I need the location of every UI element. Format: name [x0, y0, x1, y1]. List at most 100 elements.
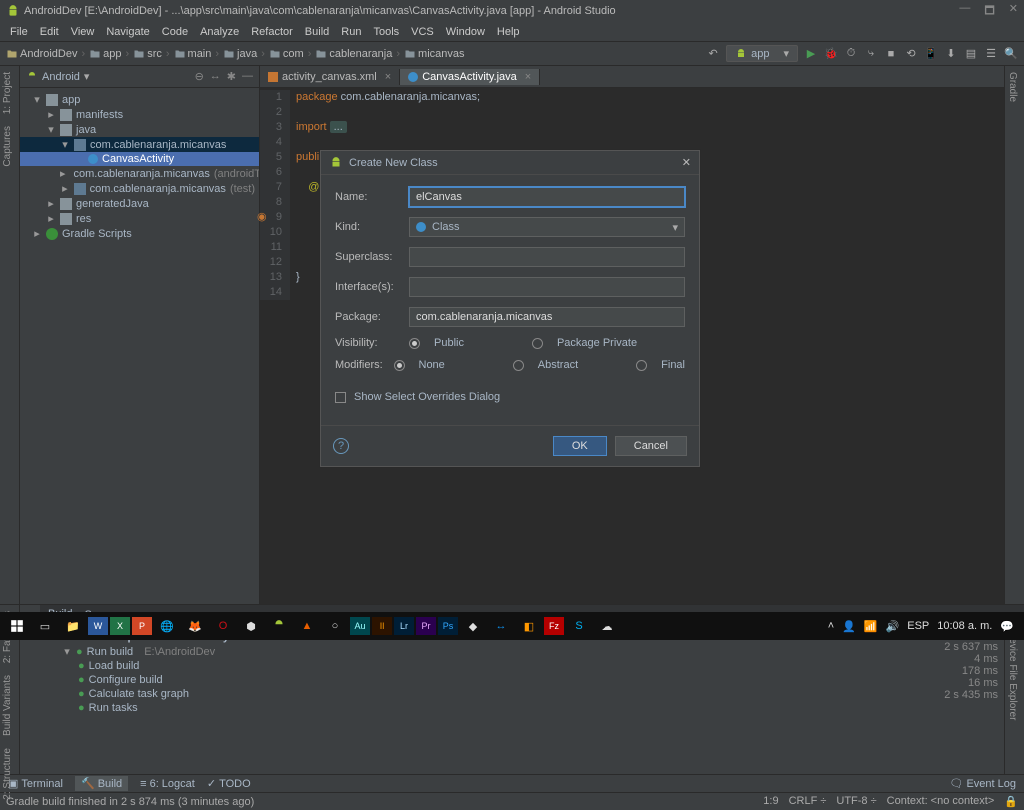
skype-icon[interactable]: S	[566, 615, 592, 637]
app-icon-2[interactable]: ○	[322, 615, 348, 637]
audition-icon[interactable]: Au	[350, 617, 370, 635]
debug-icon[interactable]: 🐞	[824, 47, 838, 61]
tree-package-test[interactable]: ▸com.cablenaranja.micanvas (test)	[20, 181, 259, 196]
kind-select[interactable]: Class ▾	[409, 217, 685, 237]
tray-people-icon[interactable]: 👤	[842, 620, 856, 633]
build-load[interactable]: ● Load build	[46, 659, 928, 673]
show-overrides-checkbox[interactable]	[335, 392, 346, 403]
photoshop-icon[interactable]: Ps	[438, 617, 458, 635]
profile-icon[interactable]: ⏱	[844, 47, 858, 61]
word-icon[interactable]: W	[88, 617, 108, 635]
window-minimize[interactable]: —	[959, 2, 970, 21]
menu-refactor[interactable]: Refactor	[247, 26, 297, 38]
status-encoding[interactable]: UTF-8 ÷	[836, 795, 876, 808]
tooltab-logcat[interactable]: ≡ 6: Logcat	[140, 778, 195, 790]
interfaces-input[interactable]	[409, 277, 685, 297]
app-icon-4[interactable]: ☁	[594, 615, 620, 637]
crumb-micanvas[interactable]: micanvas	[418, 48, 464, 60]
build-calc[interactable]: ● Calculate task graph	[46, 687, 928, 701]
tree-res[interactable]: ▸res	[20, 211, 259, 226]
tooltab-terminal[interactable]: ▣ Terminal	[8, 777, 63, 790]
build-run[interactable]: ▾● Run build E:\AndroidDev	[46, 644, 928, 659]
back-icon[interactable]: ↶	[706, 47, 720, 61]
sync-icon[interactable]: ⟲	[904, 47, 918, 61]
menu-help[interactable]: Help	[493, 26, 524, 38]
tooltab-build[interactable]: 🔨 Build	[75, 776, 128, 791]
opera-icon[interactable]: O	[210, 615, 236, 637]
close-icon[interactable]: ×	[385, 71, 391, 83]
powerpoint-icon[interactable]: P	[132, 617, 152, 635]
expand-icon[interactable]: ↔	[210, 70, 221, 83]
rail-build-variants[interactable]: Build Variants	[0, 669, 15, 742]
tree-generatedjava[interactable]: ▸generatedJava	[20, 196, 259, 211]
start-icon[interactable]	[4, 615, 30, 637]
vlc-icon[interactable]: ▲	[294, 615, 320, 637]
modifier-abstract-radio[interactable]	[513, 360, 524, 371]
tab-activity-canvas-xml[interactable]: activity_canvas.xml×	[260, 69, 400, 85]
project-view-selector[interactable]: Android	[42, 71, 80, 83]
menu-edit[interactable]: Edit	[36, 26, 63, 38]
crumb-src[interactable]: src	[147, 48, 162, 60]
package-input[interactable]	[409, 307, 685, 327]
app-icon-1[interactable]: ⬢	[238, 615, 264, 637]
app-icon-3[interactable]: ◆	[460, 615, 486, 637]
sublime-icon[interactable]: ◧	[516, 615, 542, 637]
taskview-icon[interactable]: ▭	[32, 615, 58, 637]
modifier-final-radio[interactable]	[636, 360, 647, 371]
rail-structure[interactable]: 2: Structure	[0, 742, 15, 806]
menu-tools[interactable]: Tools	[369, 26, 403, 38]
lightroom-icon[interactable]: Lr	[394, 617, 414, 635]
tree-package-main[interactable]: ▾com.cablenaranja.micanvas	[20, 137, 259, 152]
explorer-icon[interactable]: 📁	[60, 615, 86, 637]
firefox-icon[interactable]: 🦊	[182, 615, 208, 637]
premiere-icon[interactable]: Pr	[416, 617, 436, 635]
dialog-close-icon[interactable]: ✕	[682, 156, 691, 169]
crumb-cablenaranja[interactable]: cablenaranja	[329, 48, 392, 60]
menu-vcs[interactable]: VCS	[407, 26, 438, 38]
illustrator-icon[interactable]: Il	[372, 617, 392, 635]
chrome-icon[interactable]: 🌐	[154, 615, 180, 637]
status-context[interactable]: Context: <no context>	[887, 795, 995, 808]
tree-gradle-scripts[interactable]: ▸Gradle Scripts	[20, 226, 259, 241]
attach-icon[interactable]: ⤷	[864, 47, 878, 61]
build-runtasks[interactable]: ● Run tasks	[46, 701, 928, 715]
menu-analyze[interactable]: Analyze	[196, 26, 243, 38]
superclass-input[interactable]	[409, 247, 685, 267]
avd-icon[interactable]: 📱	[924, 47, 938, 61]
rail-captures[interactable]: Captures	[0, 120, 19, 173]
teamviewer-icon[interactable]: ↔	[488, 615, 514, 637]
tray-notifications-icon[interactable]: 💬	[1000, 620, 1014, 633]
visibility-public-radio[interactable]	[409, 338, 420, 349]
ok-button[interactable]: OK	[553, 436, 607, 456]
crumb-root[interactable]: AndroidDev	[20, 48, 77, 60]
modifier-none-radio[interactable]	[394, 360, 405, 371]
menu-navigate[interactable]: Navigate	[102, 26, 153, 38]
menu-window[interactable]: Window	[442, 26, 489, 38]
tree-canvas-activity[interactable]: CanvasActivity	[20, 152, 259, 166]
close-icon[interactable]: ×	[525, 71, 531, 83]
tray-volume-icon[interactable]: 🔊	[886, 620, 900, 633]
menu-file[interactable]: File	[6, 26, 32, 38]
cancel-button[interactable]: Cancel	[615, 436, 687, 456]
search-icon[interactable]: 🔍	[1004, 47, 1018, 61]
status-lineending[interactable]: CRLF ÷	[789, 795, 827, 808]
sdk-icon[interactable]: ⬇	[944, 47, 958, 61]
visibility-package-private-radio[interactable]	[532, 338, 543, 349]
tab-canvasactivity-java[interactable]: CanvasActivity.java×	[400, 69, 540, 85]
run-config-selector[interactable]: app ▾	[726, 45, 798, 62]
window-maximize[interactable]: 🗖	[984, 2, 994, 21]
menu-view[interactable]: View	[67, 26, 99, 38]
rail-gradle[interactable]: Gradle	[1005, 66, 1020, 108]
help-icon[interactable]: ?	[333, 438, 349, 454]
layout-icon[interactable]: ▤	[964, 47, 978, 61]
structure-icon[interactable]: ☰	[984, 47, 998, 61]
rail-device-file-explorer[interactable]: Device File Explorer	[1005, 625, 1020, 726]
crumb-com[interactable]: com	[283, 48, 304, 60]
menu-build[interactable]: Build	[301, 26, 333, 38]
rail-project[interactable]: 1: Project	[0, 66, 19, 120]
crumb-app[interactable]: app	[103, 48, 121, 60]
menu-code[interactable]: Code	[158, 26, 192, 38]
filezilla-icon[interactable]: Fz	[544, 617, 564, 635]
tree-java[interactable]: ▾java	[20, 122, 259, 137]
tooltab-todo[interactable]: ✓ TODO	[207, 777, 251, 790]
